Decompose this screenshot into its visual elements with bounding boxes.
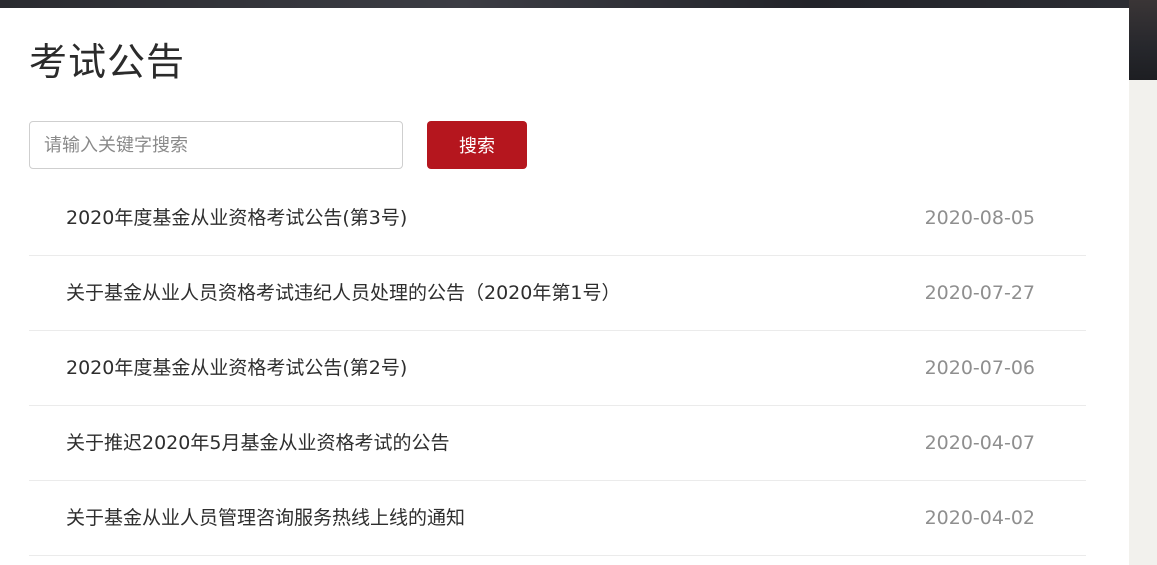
notice-list: 2020年度基金从业资格考试公告(第3号) 2020-08-05 关于基金从业人… [29, 181, 1086, 556]
page-title: 考试公告 [29, 40, 186, 84]
notice-title[interactable]: 2020年度基金从业资格考试公告(第3号) [66, 205, 407, 231]
page-background [1129, 80, 1157, 565]
notice-title[interactable]: 2020年度基金从业资格考试公告(第2号) [66, 355, 407, 381]
notice-date: 2020-07-27 [924, 282, 1035, 304]
notice-title[interactable]: 关于基金从业人员管理咨询服务热线上线的通知 [66, 505, 465, 531]
notice-title[interactable]: 关于推迟2020年5月基金从业资格考试的公告 [66, 430, 449, 456]
notice-item[interactable]: 关于基金从业人员资格考试违纪人员处理的公告（2020年第1号） 2020-07-… [29, 256, 1086, 331]
notice-item[interactable]: 关于推迟2020年5月基金从业资格考试的公告 2020-04-07 [29, 406, 1086, 481]
notice-date: 2020-04-02 [924, 507, 1035, 529]
notice-date: 2020-07-06 [924, 357, 1035, 379]
header-banner-image [0, 0, 1157, 8]
notice-date: 2020-04-07 [924, 432, 1035, 454]
content-panel: 考试公告 搜索 2020年度基金从业资格考试公告(第3号) 2020-08-05… [0, 8, 1129, 565]
side-banner-image [1129, 0, 1157, 80]
search-input[interactable] [29, 121, 403, 169]
search-button[interactable]: 搜索 [427, 121, 527, 169]
notice-item[interactable]: 2020年度基金从业资格考试公告(第3号) 2020-08-05 [29, 181, 1086, 256]
notice-item[interactable]: 2020年度基金从业资格考试公告(第2号) 2020-07-06 [29, 331, 1086, 406]
notice-title[interactable]: 关于基金从业人员资格考试违纪人员处理的公告（2020年第1号） [66, 280, 620, 306]
notice-date: 2020-08-05 [924, 207, 1035, 229]
notice-item[interactable]: 关于基金从业人员管理咨询服务热线上线的通知 2020-04-02 [29, 481, 1086, 556]
